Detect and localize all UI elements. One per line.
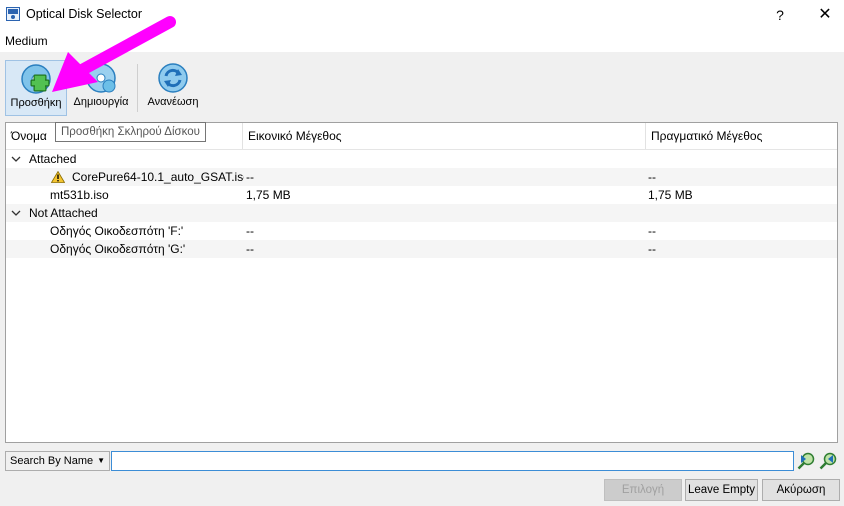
- row-actual-size: 1,75 MB: [648, 188, 693, 202]
- column-header-virtual-size[interactable]: Εικονικό Μέγεθος: [243, 123, 646, 149]
- group-label: Not Attached: [29, 206, 98, 220]
- group-row-not-attached[interactable]: Not Attached: [6, 204, 837, 222]
- group-label: Attached: [29, 152, 77, 166]
- row-actual-size: --: [648, 170, 656, 184]
- close-button[interactable]: ✕: [812, 3, 838, 27]
- row-actual-size: --: [648, 242, 656, 256]
- table-row[interactable]: mt531b.iso 1,75 MB 1,75 MB: [6, 186, 837, 204]
- row-virtual-size: --: [246, 170, 254, 184]
- row-virtual-size: 1,75 MB: [246, 188, 291, 202]
- choose-button[interactable]: Επιλογή: [604, 479, 682, 501]
- row-name: Οδηγός Οικοδεσπότη 'G:': [50, 242, 186, 256]
- row-name: CorePure64-10.1_auto_GSAT.iso: [72, 170, 244, 184]
- table-row[interactable]: Οδηγός Οικοδεσπότη 'F:' -- --: [6, 222, 837, 240]
- leave-empty-button[interactable]: Leave Empty: [685, 479, 758, 501]
- cancel-button[interactable]: Ακύρωση: [762, 479, 840, 501]
- tooltip: Προσθήκη Σκληρού Δίσκου: [55, 122, 206, 142]
- row-actual-size: --: [648, 224, 656, 238]
- row-name: Οδηγός Οικοδεσπότη 'F:': [50, 224, 184, 238]
- group-row-attached[interactable]: Attached: [6, 150, 837, 168]
- table-row[interactable]: CorePure64-10.1_auto_GSAT.iso -- --: [6, 168, 837, 186]
- row-virtual-size: --: [246, 242, 254, 256]
- chevron-down-icon[interactable]: [11, 150, 23, 168]
- search-mode-value: Search By Name: [10, 455, 94, 467]
- table-row[interactable]: Οδηγός Οικοδεσπότη 'G:' -- --: [6, 240, 837, 258]
- search-input[interactable]: [111, 451, 794, 471]
- chevron-down-icon[interactable]: [11, 204, 23, 222]
- annotation-arrow-icon: [52, 16, 176, 92]
- row-name: mt531b.iso: [50, 188, 109, 202]
- warning-icon: [51, 171, 65, 183]
- app-icon: [6, 7, 20, 21]
- search-backward-icon[interactable]: [796, 451, 816, 471]
- media-tree[interactable]: Όνομα Εικονικό Μέγεθος Πραγματικό Μέγεθο…: [5, 122, 838, 443]
- search-forward-icon[interactable]: [818, 451, 838, 471]
- chevron-down-icon: ▼: [97, 456, 105, 465]
- row-virtual-size: --: [246, 224, 254, 238]
- search-mode-select[interactable]: Search By Name ▼: [5, 451, 110, 471]
- column-header-actual-size[interactable]: Πραγματικό Μέγεθος: [646, 123, 837, 149]
- help-button[interactable]: ?: [768, 3, 792, 27]
